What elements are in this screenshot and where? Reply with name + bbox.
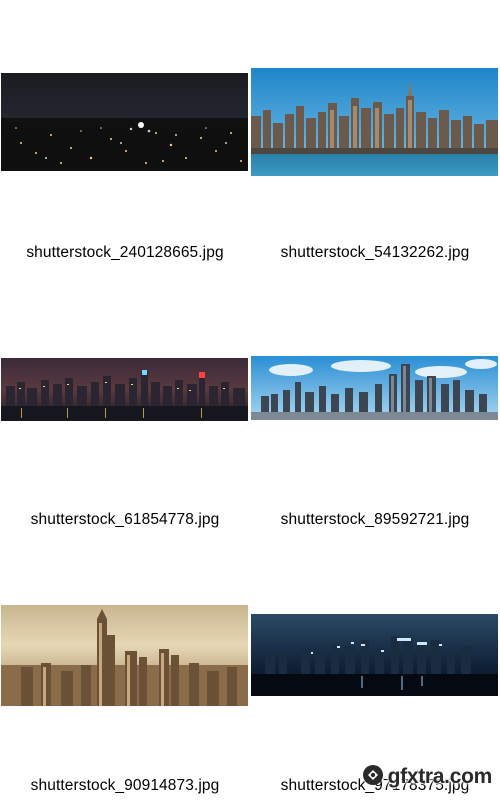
thumbnail-image[interactable] — [1, 605, 248, 706]
thumbnail-image[interactable] — [251, 614, 498, 696]
gfxtra-logo-icon — [362, 764, 384, 791]
file-item[interactable]: shutterstock_90914873.jpg — [1, 0, 249, 800]
file-name-label: shutterstock_90914873.jpg — [30, 777, 220, 794]
watermark-text: gfxtra.com — [387, 765, 493, 788]
file-item[interactable]: shutterstock_97178375.jpg — [251, 0, 499, 800]
watermark: gfxtra.com — [362, 764, 492, 790]
